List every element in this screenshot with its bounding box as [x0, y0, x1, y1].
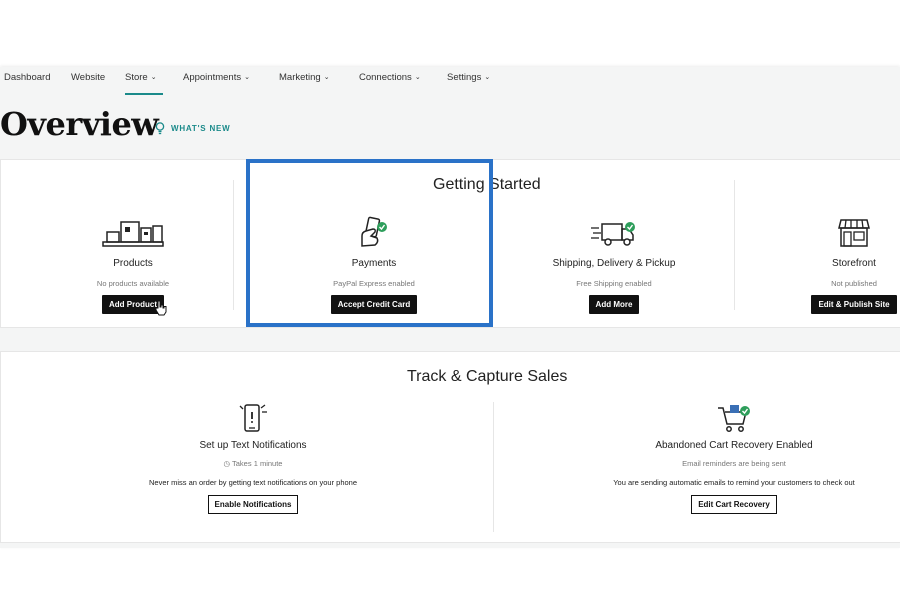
- shipping-status: Free Shipping enabled: [576, 279, 652, 288]
- add-more-button[interactable]: Add More: [588, 295, 640, 314]
- cart-check-icon: [718, 405, 750, 432]
- cart-recovery-status: Email reminders are being sent: [682, 459, 786, 468]
- delivery-truck-check-icon: [591, 222, 635, 246]
- nav-settings-label: Settings: [447, 72, 482, 83]
- storefront-status: Not published: [831, 279, 877, 288]
- clock-icon: ◷: [223, 459, 231, 468]
- lightbulb-icon: [155, 122, 165, 135]
- text-notifications-description: Never miss an order by getting text noti…: [148, 478, 358, 487]
- text-notifications-status: ◷ Takes 1 minute: [103, 459, 403, 468]
- nav-store-label: Store: [125, 72, 148, 83]
- cart-recovery-label: Abandoned Cart Recovery Enabled: [655, 440, 813, 451]
- track-capture-title: Track & Capture Sales: [407, 368, 568, 385]
- column-divider: [493, 402, 494, 532]
- nav-settings[interactable]: Settings ⌄: [447, 72, 490, 83]
- enable-notifications-button[interactable]: Enable Notifications: [207, 495, 299, 514]
- text-notifications-label: Set up Text Notifications: [199, 440, 307, 451]
- storefront-label: Storefront: [832, 258, 876, 269]
- products-status: No products available: [96, 279, 170, 288]
- storefront-icon: [838, 219, 870, 247]
- active-tab-indicator: [125, 93, 163, 95]
- nav-appointments-label: Appointments: [183, 72, 242, 83]
- nav-dashboard[interactable]: Dashboard: [4, 72, 50, 83]
- top-navigation: Dashboard Website Store ⌄ Appointments ⌄ M…: [0, 67, 900, 97]
- payments-highlight-box: [246, 159, 493, 327]
- text-notifications-section: Set up Text Notifications ◷ Takes 1 minu…: [103, 402, 403, 514]
- nav-website-label: Website: [71, 72, 106, 83]
- nav-connections[interactable]: Connections ⌄: [359, 72, 421, 83]
- chevron-down-icon: ⌄: [150, 74, 157, 81]
- column-divider: [233, 180, 234, 310]
- nav-appointments[interactable]: Appointments ⌄: [183, 72, 250, 83]
- phone-alert-icon: [239, 404, 267, 432]
- chevron-down-icon: ⌄: [414, 74, 421, 81]
- nav-marketing-label: Marketing: [279, 72, 321, 83]
- shipping-section: Shipping, Delivery & Pickup Free Shippin…: [524, 212, 704, 314]
- column-divider: [734, 180, 735, 310]
- nav-dashboard-label: Dashboard: [4, 72, 51, 83]
- nav-connections-label: Connections: [359, 72, 412, 83]
- nav-marketing[interactable]: Marketing ⌄: [279, 72, 330, 83]
- storefront-section: Storefront Not published Edit & Publish …: [764, 212, 900, 314]
- track-capture-card: Track & Capture Sales Set up Text Notifi…: [0, 351, 900, 543]
- edit-publish-site-button[interactable]: Edit & Publish Site: [811, 295, 897, 314]
- edit-cart-recovery-button[interactable]: Edit Cart Recovery: [691, 495, 777, 514]
- text-notifications-status-text: Takes 1 minute: [232, 459, 283, 468]
- nav-store[interactable]: Store ⌄: [125, 72, 157, 83]
- products-label: Products: [113, 258, 153, 269]
- shipping-label: Shipping, Delivery & Pickup: [552, 258, 676, 269]
- cart-recovery-description: You are sending automatic emails to remi…: [613, 478, 855, 487]
- chevron-down-icon: ⌄: [484, 74, 491, 81]
- whats-new-link[interactable]: WHAT'S NEW: [155, 122, 231, 135]
- chevron-down-icon: ⌄: [244, 74, 250, 81]
- products-section: Products No products available Add Produ…: [43, 212, 223, 314]
- nav-website[interactable]: Website: [71, 72, 105, 83]
- page-title: Overview: [0, 105, 159, 143]
- chevron-down-icon: ⌄: [323, 74, 330, 81]
- whats-new-label: WHAT'S NEW: [171, 124, 231, 133]
- cart-recovery-section: Abandoned Cart Recovery Enabled Email re…: [584, 402, 884, 514]
- products-icon: [102, 221, 164, 247]
- hand-cursor-icon: [155, 300, 167, 316]
